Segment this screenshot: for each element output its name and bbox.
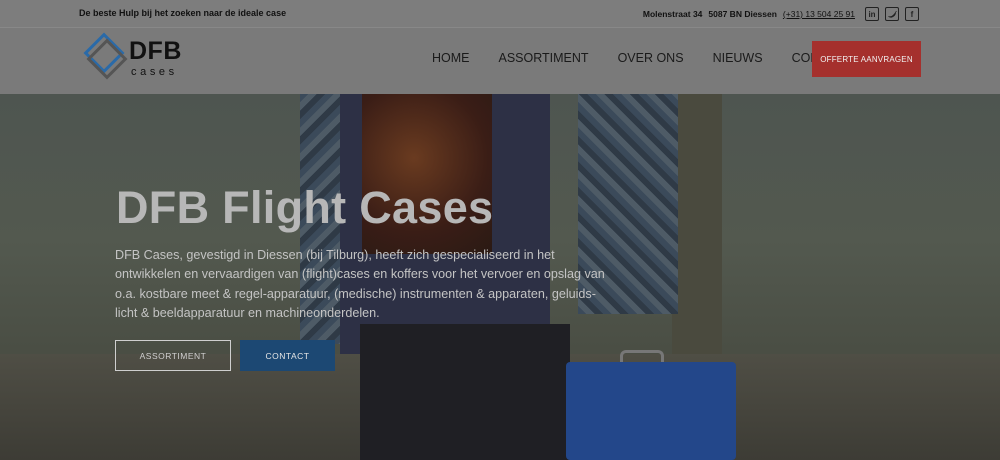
hero-legs [360, 324, 570, 460]
hero-description: DFB Cases, gevestigd in Diessen (bij Til… [115, 248, 605, 321]
logo-mark-icon [83, 32, 128, 80]
logo[interactable]: DFB cases [83, 32, 193, 82]
twitter-icon[interactable] [885, 7, 899, 21]
logo-wordmark: DFB [129, 37, 182, 65]
nav-over-ons[interactable]: OVER ONS [618, 51, 684, 65]
quote-request-button[interactable]: OFFERTE AANVRAGEN [812, 41, 921, 77]
hero-title: DFB Flight Cases [116, 182, 494, 233]
assortiment-button[interactable]: ASSORTIMENT [115, 340, 231, 371]
phone-link[interactable]: (+31) 13 504 25 91 [783, 9, 855, 19]
hero-tree [672, 94, 722, 354]
nav-assortiment[interactable]: ASSORTIMENT [499, 51, 589, 65]
nav-home[interactable]: HOME [432, 51, 470, 65]
contact-button[interactable]: CONTACT [240, 340, 335, 371]
top-bar: De beste Hulp bij het zoeken naar de ide… [0, 0, 1000, 27]
linkedin-icon[interactable]: in [865, 7, 879, 21]
contact-info: Molenstraat 34 5087 BN Diessen (+31) 13 … [643, 7, 919, 21]
tagline: De beste Hulp bij het zoeken naar de ide… [79, 8, 287, 18]
nav-nieuws[interactable]: NIEUWS [713, 51, 763, 65]
hero-suitcase [566, 362, 736, 460]
site-header: DFB cases HOME ASSORTIMENT OVER ONS NIEU… [0, 27, 1000, 94]
facebook-icon[interactable]: f [905, 7, 919, 21]
hero-section: DFB Flight Cases DFB Cases, gevestigd in… [0, 94, 1000, 460]
address-city: 5087 BN Diessen [708, 9, 777, 19]
address-street: Molenstraat 34 [642, 9, 703, 19]
logo-subtitle: cases [131, 66, 178, 78]
